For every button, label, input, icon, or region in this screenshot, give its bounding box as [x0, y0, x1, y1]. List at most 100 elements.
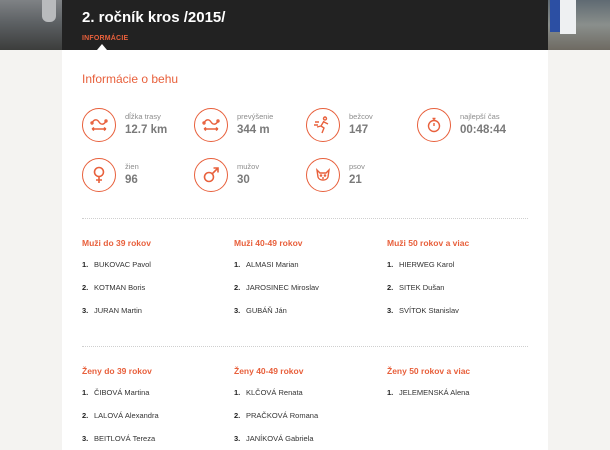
stat-label: psov	[349, 162, 365, 171]
list-item: 1. HIERWEG Karol	[387, 260, 537, 283]
category-women-40-49: Ženy 40-49 rokov 1. KLČOVÁ Renata 2. PRAČK…	[234, 366, 384, 450]
stat-value: 12.7 km	[125, 124, 168, 136]
event-title: 2. ročník kros /2015/	[82, 9, 226, 26]
rank-number: 1.	[82, 260, 89, 269]
section-divider	[82, 346, 528, 347]
category-title: Muži 40-49 rokov	[234, 238, 303, 248]
stat-label: dĺžka trasy	[125, 112, 161, 121]
runner-name: JURAN Martin	[94, 306, 142, 315]
stat-label: žien	[125, 162, 139, 171]
list-item: 1. BUKOVAC Pavol	[82, 260, 232, 283]
photo-figure	[550, 0, 560, 32]
stat-dogs: psov 21	[306, 158, 416, 198]
category-women-under-39: Ženy do 39 rokov 1. ČIBOVÁ Martina 2. LALO…	[82, 366, 232, 450]
rank-number: 3.	[234, 306, 241, 315]
runner-name: ALMASI Marian	[246, 260, 299, 269]
photo-figure	[42, 0, 56, 22]
tab-informacie[interactable]: INFORMÁCIE	[82, 35, 128, 42]
category-men-under-39: Muži do 39 rokov 1. BUKOVAC Pavol 2. KOTMA…	[82, 238, 232, 329]
stopwatch-icon	[417, 108, 451, 142]
category-title: Ženy 40-49 rokov	[234, 366, 304, 376]
rank-number: 2.	[234, 411, 241, 420]
stat-value: 21	[349, 174, 362, 186]
runner-name: BUKOVAC Pavol	[94, 260, 151, 269]
rank-number: 1.	[234, 388, 241, 397]
stat-runners: bežcov 147	[306, 108, 416, 148]
category-women-50-plus: Ženy 50 rokov a viac 1. JELEMENSKÁ Alena	[387, 366, 537, 411]
stat-label: najlepší čas	[460, 112, 500, 121]
rank-number: 2.	[234, 283, 241, 292]
event-header: 2. ročník kros /2015/ INFORMÁCIE	[62, 0, 548, 50]
male-icon	[194, 158, 228, 192]
rank-number: 3.	[82, 306, 89, 315]
category-men-50-plus: Muži 50 rokov a viac 1. HIERWEG Karol 2. S…	[387, 238, 537, 329]
runner-name: BEITLOVÁ Tereza	[94, 434, 156, 443]
list-item: 3. JANÍKOVÁ Gabriela	[234, 434, 384, 450]
list-item: 1. ALMASI Marian	[234, 260, 384, 283]
rank-number: 1.	[387, 388, 394, 397]
runner-name: LALOVÁ Alexandra	[94, 411, 159, 420]
stat-best-time: najlepší čas 00:48:44	[417, 108, 527, 148]
stat-value: 30	[237, 174, 250, 186]
category-title: Ženy 50 rokov a viac	[387, 366, 471, 376]
stat-elevation: prevýšenie 344 m	[194, 108, 304, 148]
rank-number: 3.	[387, 306, 394, 315]
rank-number: 1.	[82, 388, 89, 397]
list-item: 2. PRAČKOVÁ Romana	[234, 411, 384, 434]
list-item: 1. JELEMENSKÁ Alena	[387, 388, 537, 411]
stat-value: 147	[349, 124, 369, 136]
runner-name: SVÍTOK Stanislav	[399, 306, 459, 315]
list-item: 3. GUBÁŇ Ján	[234, 306, 384, 329]
stat-track-length: dĺžka trasy 12.7 km	[82, 108, 192, 148]
category-title: Muži do 39 rokov	[82, 238, 151, 248]
rank-number: 3.	[234, 434, 241, 443]
list-item: 3. SVÍTOK Stanislav	[387, 306, 537, 329]
runner-name: JELEMENSKÁ Alena	[399, 388, 470, 397]
stat-label: mužov	[237, 162, 260, 171]
list-item: 1. KLČOVÁ Renata	[234, 388, 384, 411]
runner-name: KLČOVÁ Renata	[246, 388, 303, 397]
elevation-icon	[194, 108, 228, 142]
stat-label: bežcov	[349, 112, 373, 121]
background-photo-right	[548, 0, 610, 50]
rank-number: 2.	[82, 411, 89, 420]
stat-value: 00:48:44	[460, 124, 507, 136]
stat-women: žien 96	[82, 158, 192, 198]
runner-name: ČIBOVÁ Martina	[94, 388, 150, 397]
content-card: Informácie o behu dĺžka trasy 12.7 km pr…	[62, 50, 548, 450]
photo-figure	[560, 0, 576, 34]
runner-name: GUBÁŇ Ján	[246, 306, 287, 315]
category-title: Ženy do 39 rokov	[82, 366, 152, 376]
list-item: 1. ČIBOVÁ Martina	[82, 388, 232, 411]
runner-name: JANÍKOVÁ Gabriela	[246, 434, 314, 443]
list-item: 3. BEITLOVÁ Tereza	[82, 434, 232, 450]
runner-icon	[306, 108, 340, 142]
list-item: 2. KOTMAN Boris	[82, 283, 232, 306]
stat-men: mužov 30	[194, 158, 304, 198]
list-item: 2. LALOVÁ Alexandra	[82, 411, 232, 434]
runner-name: PRAČKOVÁ Romana	[246, 411, 319, 420]
runner-name: HIERWEG Karol	[399, 260, 455, 269]
stat-value: 96	[125, 174, 138, 186]
runner-name: JAROSINEC Miroslav	[246, 283, 319, 292]
background-photo-left	[0, 0, 62, 50]
list-item: 3. JURAN Martin	[82, 306, 232, 329]
section-title: Informácie o behu	[82, 72, 179, 86]
runner-name: KOTMAN Boris	[94, 283, 146, 292]
rank-number: 1.	[387, 260, 394, 269]
rank-number: 1.	[234, 260, 241, 269]
category-men-40-49: Muži 40-49 rokov 1. ALMASI Marian 2. JAROS…	[234, 238, 384, 329]
category-title: Muži 50 rokov a viac	[387, 238, 470, 248]
dog-icon	[306, 158, 340, 192]
runner-name: SITEK Dušan	[399, 283, 445, 292]
female-icon	[82, 158, 116, 192]
stat-label: prevýšenie	[237, 112, 274, 121]
section-divider	[82, 218, 528, 219]
list-item: 2. JAROSINEC Miroslav	[234, 283, 384, 306]
rank-number: 2.	[387, 283, 394, 292]
rank-number: 2.	[82, 283, 89, 292]
list-item: 2. SITEK Dušan	[387, 283, 537, 306]
stat-value: 344 m	[237, 124, 270, 136]
rank-number: 3.	[82, 434, 89, 443]
route-icon	[82, 108, 116, 142]
